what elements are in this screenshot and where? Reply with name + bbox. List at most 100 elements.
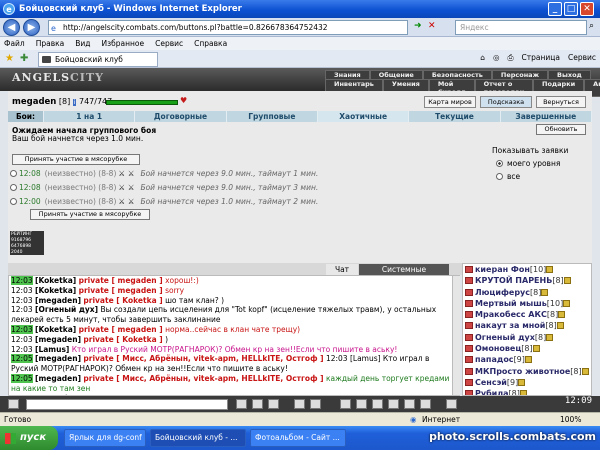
chat-scrollbar[interactable] <box>452 276 460 395</box>
menu-help[interactable]: Справка <box>194 37 227 50</box>
private-icon[interactable] <box>465 333 473 341</box>
user-info-icon[interactable] <box>556 322 564 330</box>
user-name[interactable]: Сенсэй <box>475 378 507 387</box>
chat-private-tag[interactable]: private [ megaden ] <box>79 286 163 295</box>
world-map-button[interactable]: Карта миров <box>424 96 476 108</box>
filter-icon[interactable] <box>294 399 305 409</box>
user-info-icon[interactable] <box>581 367 589 375</box>
user-list-item[interactable]: Сенсэй[9] <box>463 377 591 388</box>
user-list-item[interactable]: накаут за мной[8] <box>463 320 591 331</box>
private-icon[interactable] <box>465 322 473 330</box>
clear-icon[interactable] <box>268 399 279 409</box>
stop-icon[interactable]: ✕ <box>428 21 436 31</box>
chat-nick[interactable]: [megaden] <box>35 335 81 344</box>
address-field[interactable]: e http://angelscity.combats.com/buttons.… <box>48 20 408 35</box>
taskbar-item-active[interactable]: Бойцовский клуб - ... <box>150 429 246 447</box>
user-name[interactable]: Мракобесс АКС <box>475 310 547 319</box>
join-button-bottom[interactable]: Принять участие в мясорубке <box>30 209 150 220</box>
scroll-icon[interactable] <box>372 399 383 409</box>
back-button[interactable]: ◀ <box>3 19 20 36</box>
user-name[interactable]: киеран Фон <box>475 265 530 274</box>
user-list-item[interactable]: Огненый дух[8] <box>463 332 591 343</box>
user-list-item[interactable]: киеран Фон[10] <box>463 264 591 275</box>
sound-icon[interactable] <box>356 399 367 409</box>
chat-nick[interactable]: [Koketka] <box>35 286 76 295</box>
private-icon[interactable] <box>465 356 473 364</box>
chat-nick[interactable]: [Koketka] <box>35 325 76 334</box>
chat-time[interactable]: 12:03 <box>11 345 33 354</box>
chat-nick[interactable]: [megaden] <box>35 354 81 363</box>
chat-time[interactable]: 12:03 <box>11 324 33 334</box>
user-info-icon[interactable] <box>532 345 540 353</box>
menu-view[interactable]: Вид <box>75 37 90 50</box>
chat-time[interactable]: 12:03 <box>11 276 33 285</box>
user-info-icon[interactable] <box>546 333 554 341</box>
rating-counters[interactable]: РЕЙТИНГ 9168796 6476898 2040 <box>10 231 44 255</box>
chat-nick[interactable]: [Огненый дух] <box>35 305 98 314</box>
return-button[interactable]: Вернуться <box>536 96 586 108</box>
user-list-item[interactable]: КРУТОЙ ПАРЕНЬ[8] <box>463 275 591 286</box>
feeds-icon[interactable]: ◎ <box>493 53 500 63</box>
filter-all[interactable]: все <box>492 172 586 181</box>
tab-current[interactable]: Текущие <box>409 111 501 122</box>
chat-time[interactable]: 12:03 <box>11 305 33 314</box>
chat-time[interactable]: 12:05 <box>11 373 33 383</box>
user-name[interactable]: КРУТОЙ ПАРЕНЬ <box>475 276 552 285</box>
user-name[interactable]: Огненый дух <box>475 333 535 342</box>
battle-row[interactable]: 12:08 (неизвестно) (8-8) ⚔ ⚔ Бой начнетс… <box>10 167 318 180</box>
private-icon[interactable] <box>465 345 473 353</box>
tab-chat[interactable]: Чат <box>326 264 358 275</box>
user-info-icon[interactable] <box>558 311 566 319</box>
private-icon[interactable] <box>465 311 473 319</box>
private-icon[interactable] <box>465 378 473 386</box>
lock-icon[interactable] <box>388 399 399 409</box>
tools-menu[interactable]: Сервис <box>568 53 596 63</box>
translit-icon[interactable] <box>310 399 321 409</box>
chat-time[interactable]: 12:05 <box>11 354 33 364</box>
chat-private-tag[interactable]: private [ Koketka ] <box>83 296 162 305</box>
user-name[interactable]: Рубила <box>475 389 509 395</box>
user-name[interactable]: Люциферус <box>475 288 530 297</box>
forward-button[interactable]: ▶ <box>23 19 40 36</box>
user-list-item[interactable]: пападос[9] <box>463 354 591 365</box>
private-icon[interactable] <box>465 266 473 273</box>
add-favorites-icon[interactable]: ✚ <box>20 53 28 64</box>
user-name[interactable]: Мертвый мышь <box>475 299 547 308</box>
battle-row[interactable]: 12:08 (неизвестно) (8-8) ⚔ ⚔ Бой начнетс… <box>10 181 318 194</box>
chat-input[interactable] <box>26 399 228 410</box>
user-list-item[interactable]: Рубила[8] <box>463 388 591 395</box>
user-list-item[interactable]: МКПросто животное[8] <box>463 366 591 377</box>
chat-nick[interactable]: [megaden] <box>35 296 81 305</box>
filter-my-level[interactable]: моего уровня <box>492 159 586 168</box>
start-button[interactable]: пуск <box>0 426 58 450</box>
send-icon[interactable] <box>236 399 247 409</box>
chat-time[interactable]: 12:03 <box>11 286 33 295</box>
user-name[interactable]: пападос <box>475 355 514 364</box>
chat-nick[interactable]: [Koketka] <box>35 276 76 285</box>
private-icon[interactable] <box>465 299 473 307</box>
favorites-star-icon[interactable]: ★ <box>5 53 14 64</box>
smiles-icon[interactable] <box>252 399 263 409</box>
print-icon[interactable]: ⎙ <box>508 53 514 63</box>
user-list-item[interactable]: Мракобесс АКС[8] <box>463 309 591 320</box>
join-button-top[interactable]: Принять участие в мясорубке <box>12 154 140 165</box>
online-users-list[interactable]: киеран Фон[10] КРУТОЙ ПАРЕНЬ[8] Люциферус[… <box>462 263 592 396</box>
user-list-item[interactable]: Люциферус[8] <box>463 287 591 298</box>
chat-log[interactable]: 12:03 [Koketka] private [ megaden ] хоро… <box>8 275 460 396</box>
chat-private-tag[interactable]: private [ Мисс, Абрёнын, vitek-apm, HELL… <box>83 374 323 383</box>
private-icon[interactable] <box>465 288 473 296</box>
maximize-button[interactable]: □ <box>564 2 578 16</box>
user-list-item[interactable]: Омоновец[8] <box>463 343 591 354</box>
page-menu[interactable]: Страница <box>522 53 560 63</box>
user-name[interactable]: Омоновец <box>475 344 521 353</box>
menu-favorites[interactable]: Избранное <box>102 37 145 50</box>
chat-nick[interactable]: [megaden] <box>35 374 81 383</box>
chat-private-tag[interactable]: private [ Koketka ] <box>83 335 162 344</box>
menu-file[interactable]: Файл <box>4 37 25 50</box>
player-name[interactable]: megaden <box>12 97 56 107</box>
taskbar-item[interactable]: Ярлык для dg-conf <box>64 429 146 447</box>
user-name[interactable]: накаут за мной <box>475 321 545 330</box>
battle-row[interactable]: 12:00 (неизвестно) (8-8) ⚔ ⚔ Бой начнетс… <box>10 195 318 208</box>
user-info-icon[interactable] <box>563 277 571 285</box>
user-info-icon[interactable] <box>546 266 554 273</box>
